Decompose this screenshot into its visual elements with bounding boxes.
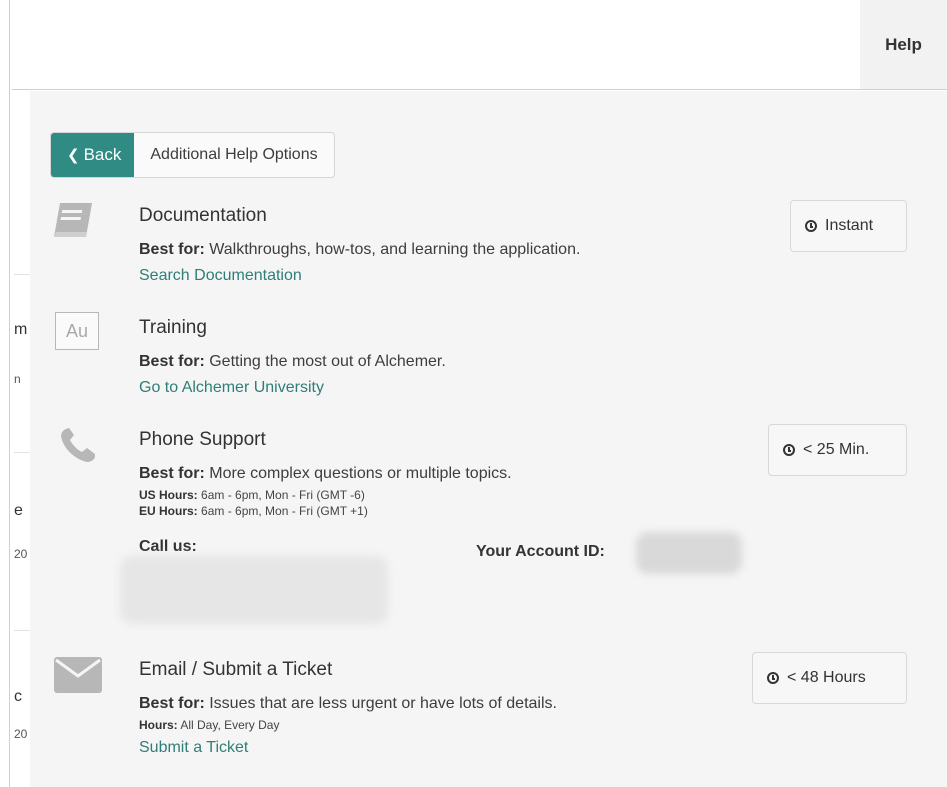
option-description: Best for: Getting the most out of Alchem…: [139, 353, 446, 371]
option-description: Best for: Issues that are less urgent or…: [139, 695, 557, 713]
call-us-label: Call us:: [139, 538, 197, 555]
response-time-badge: < 25 Min.: [768, 424, 907, 476]
hours-label: Hours:: [139, 718, 178, 732]
alchemer-university-link[interactable]: Go to Alchemer University: [139, 379, 324, 397]
submit-ticket-link[interactable]: Submit a Ticket: [139, 739, 248, 757]
account-id-label: Your Account ID:: [476, 543, 605, 560]
response-time: < 48 Hours: [787, 669, 866, 686]
option-description: Best for: Walkthroughs, how-tos, and lea…: [139, 241, 580, 259]
background-divider: [14, 630, 30, 631]
background-divider: [14, 274, 30, 275]
eu-hours-label: EU Hours:: [139, 504, 198, 518]
option-title: Email / Submit a Ticket: [139, 659, 333, 680]
best-for-text: Walkthroughs, how-tos, and learning the …: [209, 241, 581, 258]
email-hours: Hours: All Day, Every Day: [139, 718, 279, 732]
breadcrumb: ❮ Back Additional Help Options: [50, 132, 335, 178]
best-for-label: Best for:: [139, 353, 205, 370]
best-for-label: Best for:: [139, 241, 205, 258]
breadcrumb-current: Additional Help Options: [150, 146, 318, 163]
background-text: c: [14, 688, 22, 705]
window-edge: [9, 0, 10, 787]
chevron-left-icon: ❮: [67, 147, 80, 164]
eu-hours: EU Hours: 6am - 6pm, Mon - Fri (GMT +1): [139, 504, 368, 518]
back-button-label: Back: [83, 145, 122, 164]
redacted-account-id: [636, 532, 742, 574]
best-for-text: Issues that are less urgent or have lots…: [209, 695, 557, 712]
option-description: Best for: More complex questions or mult…: [139, 465, 512, 483]
phone-icon: [58, 426, 98, 471]
eu-hours-value: 6am - 6pm, Mon - Fri (GMT +1): [201, 504, 368, 518]
response-time-badge: Instant: [790, 200, 907, 252]
best-for-text: More complex questions or multiple topic…: [209, 465, 512, 482]
option-training: Au Training Best for: Getting the most o…: [50, 312, 910, 402]
envelope-icon: [54, 657, 102, 698]
header-divider: [12, 89, 947, 90]
book-icon: [50, 200, 100, 245]
response-time: < 25 Min.: [803, 441, 870, 458]
clock-icon: [767, 672, 779, 684]
background-text: 20: [14, 727, 28, 741]
background-text: n: [14, 372, 21, 386]
option-title: Documentation: [139, 205, 267, 226]
hours-value: All Day, Every Day: [180, 718, 280, 732]
us-hours-label: US Hours:: [139, 488, 198, 502]
help-tab[interactable]: Help: [860, 0, 947, 89]
response-time: Instant: [825, 217, 874, 234]
university-icon: Au: [55, 312, 99, 350]
option-documentation: Documentation Best for: Walkthroughs, ho…: [50, 200, 910, 290]
redacted-phone-number: [120, 556, 388, 624]
best-for-label: Best for:: [139, 465, 205, 482]
background-text: m: [14, 321, 28, 338]
background-text: 20: [14, 547, 28, 561]
best-for-text: Getting the most out of Alchemer.: [209, 353, 446, 370]
back-button[interactable]: ❮ Back: [51, 133, 135, 177]
search-documentation-link[interactable]: Search Documentation: [139, 267, 302, 285]
background-divider: [14, 452, 30, 453]
best-for-label: Best for:: [139, 695, 205, 712]
us-hours-value: 6am - 6pm, Mon - Fri (GMT -6): [201, 488, 365, 502]
option-title: Phone Support: [139, 429, 266, 450]
option-title: Training: [139, 317, 207, 338]
response-time-badge: < 48 Hours: [752, 652, 907, 704]
background-text: e: [14, 502, 23, 519]
us-hours: US Hours: 6am - 6pm, Mon - Fri (GMT -6): [139, 488, 365, 502]
clock-icon: [805, 220, 817, 232]
clock-icon: [783, 444, 795, 456]
